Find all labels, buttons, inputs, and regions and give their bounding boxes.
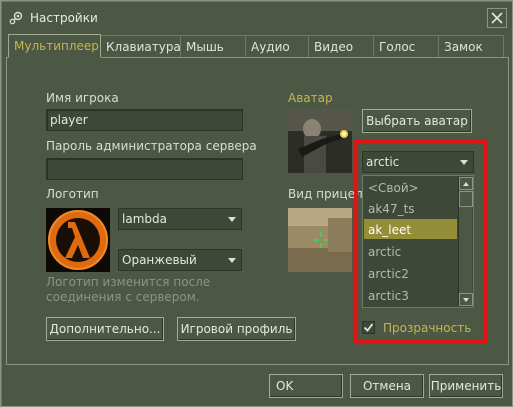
logo-label: Логотип bbox=[46, 187, 99, 201]
soldier-avatar-icon bbox=[288, 109, 352, 173]
crosshair-dropdown-list: <Свой> ak47_ts ak_leet arctic arctic2 ar… bbox=[362, 175, 474, 308]
transparency-label: Прозрачность bbox=[383, 321, 472, 335]
admin-password-label: Пароль администратора сервера bbox=[46, 139, 257, 153]
tab-audio[interactable]: Аудио bbox=[245, 35, 309, 57]
close-icon bbox=[491, 12, 503, 24]
logo-color-select[interactable]: Оранжевый bbox=[118, 249, 242, 271]
ok-button[interactable]: OK bbox=[269, 374, 343, 398]
crosshair-select[interactable]: arctic bbox=[362, 151, 474, 173]
list-item-selected[interactable]: ak_leet bbox=[364, 219, 457, 239]
game-profile-button[interactable]: Игровой профиль bbox=[177, 317, 296, 341]
scroll-down-button[interactable] bbox=[459, 293, 473, 306]
logo-select[interactable]: lambda bbox=[118, 208, 242, 230]
lambda-logo-icon bbox=[48, 210, 108, 270]
close-button[interactable] bbox=[487, 8, 507, 28]
crosshair-preview bbox=[288, 208, 352, 272]
tab-mouse[interactable]: Мышь bbox=[180, 35, 246, 57]
avatar-label: Аватар bbox=[288, 91, 333, 105]
player-name-label: Имя игрока bbox=[46, 91, 119, 105]
window-title: Настройки bbox=[30, 11, 98, 25]
player-name-input[interactable]: player bbox=[46, 109, 243, 131]
list-item[interactable]: arctic bbox=[364, 241, 457, 261]
tab-video[interactable]: Видео bbox=[308, 35, 374, 57]
apply-button[interactable]: Применить bbox=[429, 374, 503, 398]
steam-icon bbox=[9, 11, 23, 25]
logo-color-value: Оранжевый bbox=[122, 253, 197, 267]
checkmark-icon bbox=[363, 323, 374, 332]
crosshair-select-value: arctic bbox=[366, 155, 400, 169]
list-item[interactable]: arctic2 bbox=[364, 263, 457, 283]
arrow-down-icon bbox=[463, 298, 469, 302]
transparency-checkbox[interactable] bbox=[362, 321, 375, 334]
admin-password-input[interactable] bbox=[46, 158, 243, 180]
logo-select-value: lambda bbox=[122, 212, 167, 226]
logo-note: Логотип изменится после соединения с сер… bbox=[46, 275, 211, 304]
list-item[interactable]: <Свой> bbox=[364, 177, 457, 197]
scroll-up-button[interactable] bbox=[459, 177, 473, 190]
avatar-image bbox=[288, 109, 352, 173]
crosshair-label: Вид прицел bbox=[288, 187, 363, 201]
tab-multiplayer[interactable]: Мультиплеер bbox=[8, 34, 101, 58]
tab-keyboard[interactable]: Клавиатура bbox=[100, 35, 181, 57]
arrow-up-icon bbox=[463, 182, 469, 186]
advanced-button[interactable]: Дополнительно... bbox=[46, 317, 164, 341]
tab-lock[interactable]: Замок bbox=[438, 35, 504, 57]
chevron-down-icon bbox=[228, 217, 236, 222]
cancel-button[interactable]: Отмена bbox=[350, 374, 424, 398]
chevron-down-icon bbox=[228, 258, 236, 263]
dropdown-scrollbar[interactable] bbox=[458, 177, 473, 306]
tab-voice[interactable]: Голос bbox=[373, 35, 439, 57]
title-bar: Настройки bbox=[2, 2, 513, 32]
choose-avatar-button[interactable]: Выбрать аватар bbox=[362, 109, 472, 133]
logo-preview bbox=[46, 208, 110, 272]
chevron-down-icon bbox=[460, 160, 468, 165]
crosshair-preview-icon bbox=[288, 208, 352, 272]
list-item[interactable]: arctic3 bbox=[364, 285, 457, 305]
list-item[interactable]: ak47_ts bbox=[364, 198, 457, 218]
scroll-thumb[interactable] bbox=[459, 191, 473, 207]
settings-window: Настройки Мультиплеер Клавиатура Мышь Ау… bbox=[0, 0, 513, 407]
